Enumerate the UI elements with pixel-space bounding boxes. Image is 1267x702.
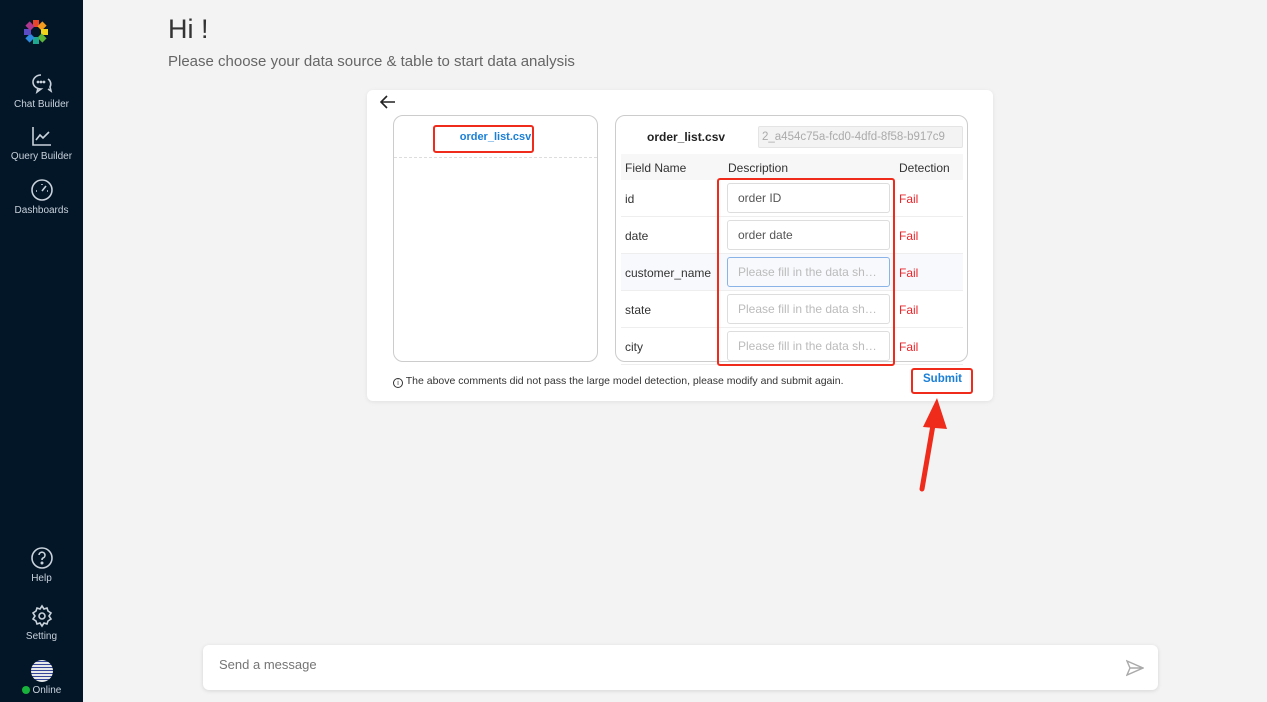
column-header-field: Field Name [625,161,687,175]
annotation-box [911,368,973,394]
dashboard-gauge-icon [30,179,53,201]
message-input[interactable] [219,657,1099,672]
online-dot [21,686,30,694]
chat-icon [31,74,52,94]
avatar [30,660,53,682]
field-name: city [625,340,643,354]
notice-text: The above comments did not pass the larg… [405,375,844,387]
sidebar-item-chat-builder[interactable]: Chat Builder [0,72,83,110]
send-icon[interactable] [1126,659,1144,677]
column-header-description: Description [728,161,789,175]
annotation-box [433,125,534,153]
detection-status: Fail [899,229,919,243]
page-subtitle: Please choose your data source & table t… [168,53,575,70]
field-name: date [625,229,649,243]
sidebar-item-label: Help [31,573,52,584]
sidebar-item-label: Chat Builder [13,99,70,110]
sidebar-item-query-builder[interactable]: Query Builder [0,124,83,162]
sidebar-item-setting[interactable]: Setting [0,604,83,642]
sidebar-item-label: Dashboards [14,205,69,216]
sidebar-item-label: Query Builder [10,151,73,162]
line-chart-icon [31,127,51,146]
column-header-detection: Detection [899,161,950,175]
page-title: Hi ! [168,14,209,44]
user-status[interactable]: Online [0,660,83,696]
gear-icon [31,604,52,628]
chat-input-box[interactable] [203,645,1158,690]
sidebar: Chat Builder Query Builder Dashboards He… [0,0,83,702]
logo-icon [24,20,48,44]
detail-file-name: order_list.csv [647,130,726,144]
detection-status: Fail [899,266,919,280]
sidebar-item-label: Setting [25,631,58,642]
annotation-box [717,178,895,366]
sidebar-item-dashboards[interactable]: Dashboards [0,178,83,216]
info-icon: i [393,378,403,388]
field-name: state [625,303,652,317]
annotation-arrow-icon [919,398,947,492]
table-id-field: 2_a454c75a-fcd0-4dfd-8f58-b917c9 [758,126,963,148]
sidebar-item-help[interactable]: Help [0,546,83,584]
field-name: customer_name [625,266,712,280]
status-label: Online [32,685,62,696]
data-source-card: order_list.csv order_list.csv 2_a454c75a… [367,90,993,401]
detection-status: Fail [899,192,919,206]
back-arrow-icon[interactable] [380,95,396,109]
detection-status: Fail [899,340,919,354]
notice: i The above comments did not pass the la… [393,375,844,388]
help-icon [30,547,53,569]
field-name: id [625,192,635,206]
detection-status: Fail [899,303,919,317]
